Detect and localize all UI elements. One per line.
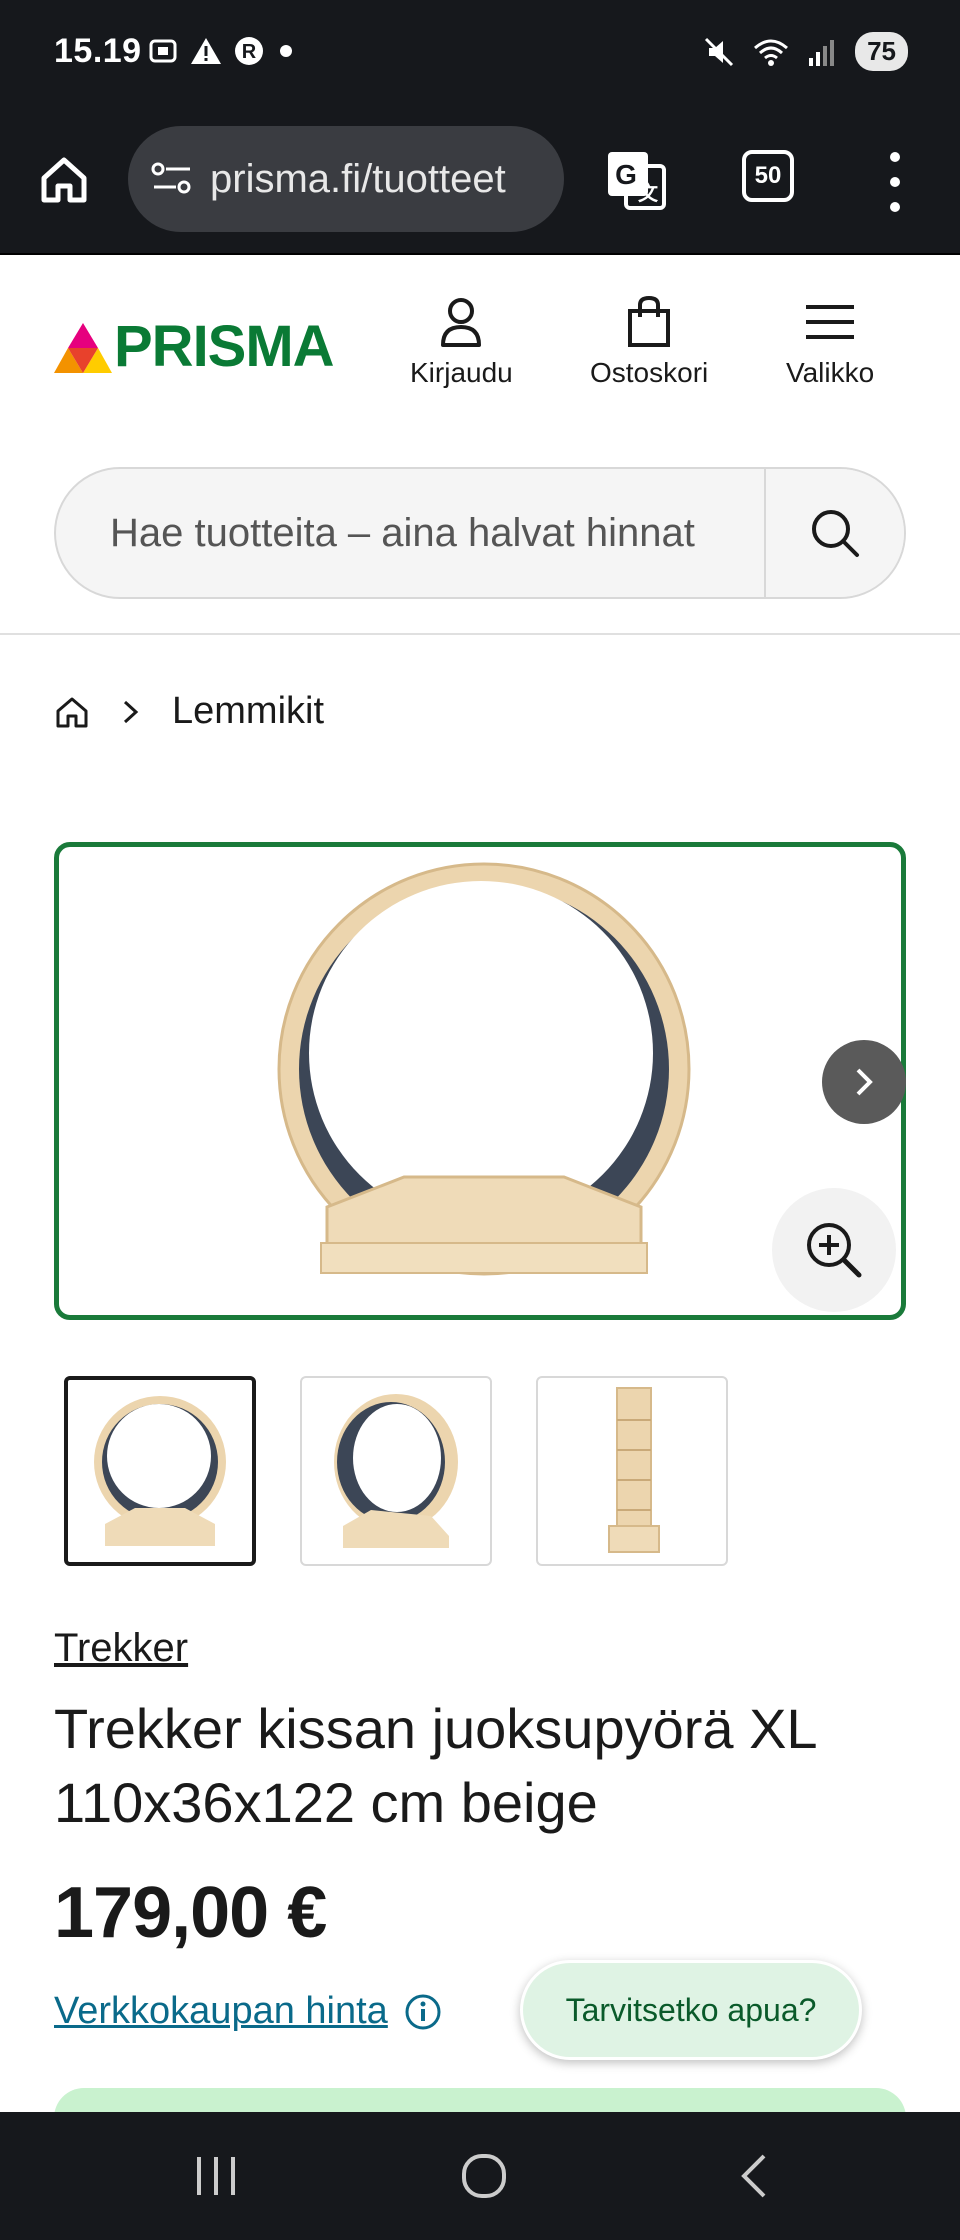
price-note-link[interactable]: Verkkokaupan hinta [54,1990,388,2033]
prisma-triangle-icon [54,322,112,373]
search-bar [54,467,906,599]
thumbnail-1[interactable] [64,1376,256,1566]
warning-icon [191,38,221,64]
status-notification-icons: R [148,36,296,66]
thumbnail-2[interactable] [300,1376,492,1566]
login-label: Kirjaudu [410,357,513,388]
back-icon [741,2154,766,2198]
svg-text:文: 文 [638,181,659,205]
breadcrumb-category[interactable]: Lemmikit [172,690,324,733]
svg-text:G: G [615,159,637,190]
hamburger-menu-icon [806,305,855,339]
cart-label: Ostoskori [590,357,709,388]
dot-icon [280,45,292,57]
menu-label: Valikko [786,357,875,388]
translate-icon: G文 [608,152,666,210]
prisma-logo[interactable]: PRISMA [54,313,335,380]
user-icon [441,298,482,347]
recent-apps-icon [197,2157,235,2195]
shopping-bag-icon [628,295,671,347]
status-bar: 15.19 R 75 [0,0,960,110]
battery-level: 75 [855,32,908,71]
menu-dot-icon [890,202,900,212]
logo-text: PRISMA [114,314,335,379]
chevron-right-icon [856,1068,873,1096]
site-header: PRISMA Kirjaudu Ostoskori Valikko [0,255,960,635]
signal-icon [809,39,835,66]
chevron-right-icon [123,700,139,723]
thumbnail-image [94,1396,226,1546]
search-button[interactable] [764,469,904,597]
home-circle-icon [462,2154,506,2198]
zoom-in-icon [807,1223,862,1278]
home-icon [41,157,87,203]
menu-dot-icon [890,152,900,162]
status-time: 15.19 [54,32,142,70]
search-input[interactable] [56,469,766,597]
home-nav-button[interactable] [424,2112,544,2240]
next-image-button[interactable] [822,1040,906,1124]
recent-apps-button[interactable] [156,2112,276,2240]
browser-toolbar: prisma.fi/tuotteet G文 50 [0,110,960,255]
url-text: prisma.fi/tuotteet [210,156,506,201]
price-note[interactable]: Verkkokaupan hinta [54,1990,442,2033]
screenshot-icon [149,39,177,63]
menu-button[interactable]: Valikko [786,295,874,389]
breadcrumb-home-icon[interactable] [54,694,90,730]
r-badge-icon: R [235,37,263,65]
product-brand-link[interactable]: Trekker [54,1626,188,1671]
menu-dot-icon [890,177,900,187]
thumbnail-image [334,1394,458,1548]
thumbnail-strip [64,1376,728,1566]
cart-button[interactable]: Ostoskori [590,295,708,389]
svg-text:R: R [242,41,257,63]
help-chat-button[interactable]: Tarvitsetko apua? [520,1960,862,2060]
login-button[interactable]: Kirjaudu [410,295,513,389]
search-icon [812,510,859,557]
wifi-icon [754,39,789,66]
product-price: 179,00 € [54,1873,327,1953]
url-bar[interactable]: prisma.fi/tuotteet [128,126,564,232]
translate-button[interactable]: G文 [604,148,668,217]
status-system-icons: 75 [703,32,908,71]
zoom-button[interactable] [772,1188,896,1312]
thumbnail-3[interactable] [536,1376,728,1566]
thumbnail-image [608,1387,660,1553]
mute-icon [705,37,734,66]
browser-menu-button[interactable] [880,152,910,212]
browser-home-button[interactable] [36,152,92,213]
info-icon[interactable] [404,1993,442,2031]
site-settings-icon [151,162,191,194]
tab-switcher-button[interactable]: 50 [742,150,794,202]
product-title: Trekker kissan juoksupyörä XL 110x36x122… [54,1697,816,1834]
breadcrumb: Lemmikit [54,690,324,733]
back-nav-button[interactable] [694,2112,814,2240]
system-nav-bar [0,2112,960,2240]
